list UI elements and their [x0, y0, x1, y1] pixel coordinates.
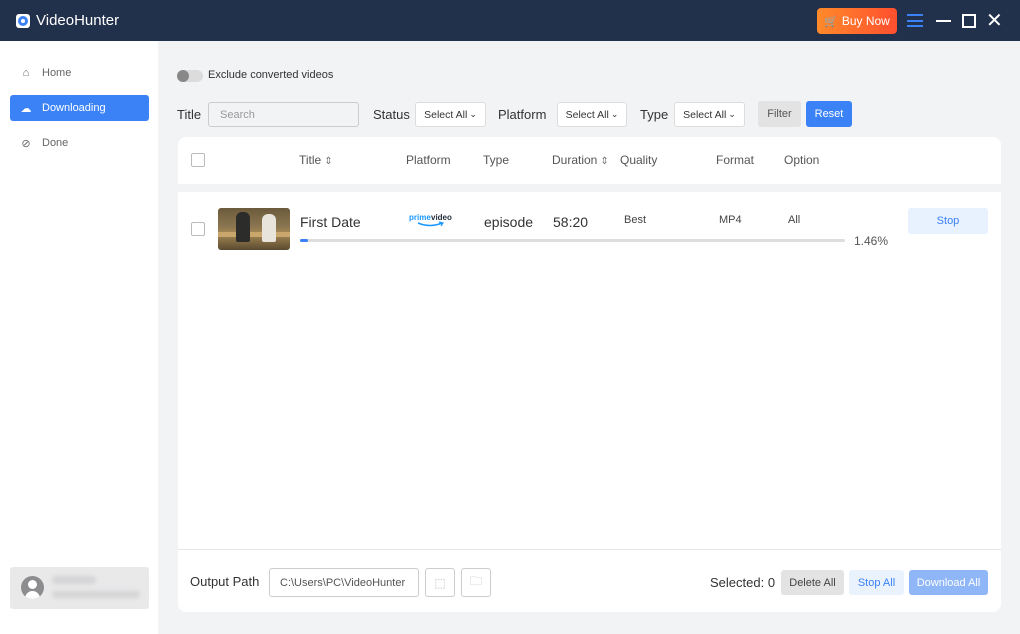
open-folder-button[interactable]: 🗀 — [461, 568, 491, 597]
type-filter-label: Type — [640, 107, 669, 122]
download-all-button[interactable]: Download All — [909, 570, 988, 595]
column-header-quality: Quality — [620, 153, 658, 167]
close-icon[interactable]: ✕ — [986, 11, 1003, 31]
sidebar-item-label: Done — [42, 137, 69, 149]
user-email-redacted — [52, 591, 140, 598]
title-bar: VideoHunter 🛒 Buy Now ✕ — [0, 0, 1020, 41]
search-input[interactable] — [208, 102, 359, 127]
delete-all-button[interactable]: Delete All — [781, 570, 844, 595]
exclude-converted-label: Exclude converted videos — [208, 69, 334, 81]
output-path-field[interactable]: C:\Users\PC\VideoHunter — [269, 568, 419, 597]
status-filter-label: Status — [373, 107, 410, 122]
row-title: First Date — [300, 214, 361, 230]
column-header-platform: Platform — [406, 153, 451, 167]
avatar — [21, 576, 44, 599]
table-body: First Date prime video episode 58:20 Bes… — [178, 192, 1001, 549]
video-thumbnail — [218, 208, 290, 250]
download-progress-bar — [300, 239, 845, 242]
svg-text:video: video — [431, 213, 452, 222]
sort-icon: ⇕ — [600, 156, 609, 167]
title-filter-label: Title — [177, 107, 202, 122]
buy-now-label: Buy Now — [841, 14, 890, 28]
column-header-title[interactable]: Title ⇕ — [299, 153, 333, 167]
row-duration: 58:20 — [553, 214, 589, 230]
sidebar: ⌂ Home ☁ Downloading ⊘ Done — [0, 41, 158, 634]
app-name: VideoHunter — [36, 12, 120, 29]
chevron-down-icon: ⌄ — [469, 109, 477, 119]
select-all-checkbox[interactable] — [191, 153, 205, 167]
stop-button[interactable]: Stop — [908, 208, 988, 234]
selected-count: Selected: 0 — [710, 575, 776, 590]
reset-button[interactable]: Reset — [806, 101, 852, 127]
status-select[interactable]: Select All ⌄ — [415, 102, 486, 127]
row-quality: Best — [624, 214, 647, 226]
column-header-duration[interactable]: Duration ⇕ — [552, 153, 609, 167]
check-circle-icon: ⊘ — [21, 137, 31, 150]
folder-icon: 🗀 — [469, 574, 482, 588]
menu-icon[interactable] — [907, 14, 923, 27]
buy-now-button[interactable]: 🛒 Buy Now — [817, 8, 897, 34]
table-header: Title ⇕ Platform Type Duration ⇕ Quality F… — [178, 137, 1001, 184]
platform-filter-label: Platform — [498, 107, 547, 122]
platform-select-value: Select All — [565, 108, 609, 121]
row-option: All — [788, 214, 801, 226]
sidebar-item-home[interactable]: ⌂ Home — [10, 60, 149, 86]
row-format: MP4 — [719, 214, 742, 226]
minimize-icon[interactable] — [936, 20, 951, 22]
sidebar-item-downloading[interactable]: ☁ Downloading — [10, 95, 149, 121]
chevron-down-icon: ⌄ — [728, 109, 736, 119]
svg-text:prime: prime — [409, 213, 431, 222]
filter-button[interactable]: Filter — [758, 101, 801, 127]
user-name-redacted — [52, 576, 96, 584]
column-header-format: Format — [716, 153, 755, 167]
stop-all-button[interactable]: Stop All — [849, 570, 904, 595]
type-select[interactable]: Select All ⌄ — [674, 102, 745, 127]
row-checkbox[interactable] — [191, 222, 205, 236]
maximize-icon[interactable] — [962, 14, 976, 28]
sidebar-item-label: Home — [42, 67, 72, 79]
home-icon: ⌂ — [22, 67, 30, 79]
select-folder-button[interactable]: ⬚ — [425, 568, 455, 597]
type-select-value: Select All — [683, 108, 727, 121]
download-progress-fill — [300, 239, 308, 242]
sidebar-item-label: Downloading — [42, 102, 106, 114]
user-card[interactable] — [10, 567, 149, 609]
column-header-option: Option — [784, 153, 820, 167]
sidebar-item-done[interactable]: ⊘ Done — [10, 130, 149, 156]
sort-icon: ⇕ — [324, 156, 333, 167]
row-type: episode — [484, 214, 534, 230]
cursor-select-icon: ⬚ — [434, 575, 446, 590]
download-progress-label: 1.46% — [854, 234, 889, 248]
platform-select[interactable]: Select All ⌄ — [557, 102, 627, 127]
app-logo-icon — [16, 14, 30, 28]
output-path-label: Output Path — [190, 574, 260, 589]
status-select-value: Select All — [424, 108, 468, 121]
cloud-download-icon: ☁ — [20, 102, 32, 115]
column-header-type: Type — [483, 153, 510, 167]
exclude-converted-toggle[interactable] — [177, 70, 203, 82]
footer-bar: Output Path C:\Users\PC\VideoHunter ⬚ 🗀 … — [178, 549, 1001, 612]
prime-video-logo-icon: prime video — [408, 212, 456, 230]
cart-icon: 🛒 — [824, 15, 838, 28]
chevron-down-icon: ⌄ — [610, 109, 619, 119]
